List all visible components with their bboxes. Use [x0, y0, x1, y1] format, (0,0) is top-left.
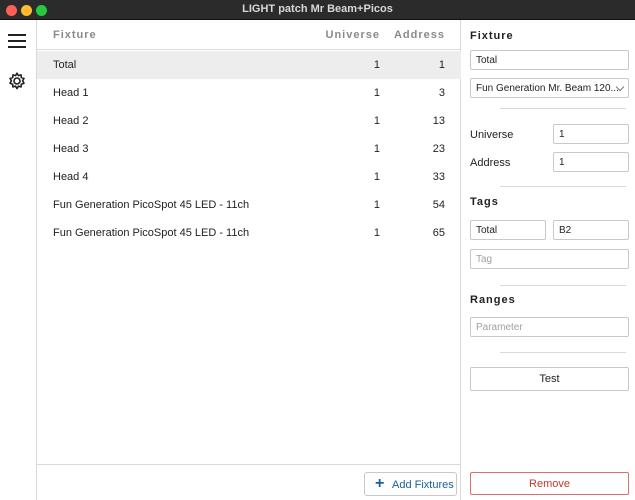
- tag-input[interactable]: Tag: [470, 249, 629, 269]
- fixture-name: Head 1: [53, 87, 89, 99]
- universe-label: Universe: [470, 129, 514, 141]
- test-button[interactable]: Test: [470, 367, 629, 391]
- tag-chip[interactable]: B2: [553, 220, 629, 240]
- fixture-universe: 1: [373, 199, 380, 211]
- column-header-universe[interactable]: Universe: [326, 29, 380, 41]
- table-row[interactable]: Head 2 1 13: [37, 107, 461, 135]
- fixture-name: Fun Generation PicoSpot 45 LED - 11ch: [53, 227, 250, 239]
- fixture-universe: 1: [373, 87, 380, 99]
- fixture-type-select[interactable]: Fun Generation Mr. Beam 120...: [470, 78, 629, 98]
- address-label: Address: [470, 157, 511, 169]
- fixture-address: 65: [432, 227, 445, 239]
- title-bar: LIGHT patch Mr Beam+Picos: [0, 0, 635, 20]
- fixture-type-value: Fun Generation Mr. Beam 120...: [476, 83, 619, 94]
- table-row[interactable]: Fun Generation PicoSpot 45 LED - 11ch 1 …: [37, 191, 461, 219]
- fixture-name: Fun Generation PicoSpot 45 LED - 11ch: [53, 199, 250, 211]
- fixture-table-panel: Fixture Universe Address Total 1 1 Head …: [37, 20, 461, 500]
- table-row[interactable]: Head 1 1 3: [37, 79, 461, 107]
- fixture-address: 3: [438, 87, 445, 99]
- tags-heading: Tags: [470, 196, 499, 208]
- column-header-address[interactable]: Address: [394, 29, 445, 41]
- fixture-inspector: Fixture Total Fun Generation Mr. Beam 12…: [462, 20, 635, 500]
- ranges-heading: Ranges: [470, 294, 516, 306]
- add-fixtures-label: Add Fixtures: [392, 479, 454, 491]
- fixture-name: Head 4: [53, 171, 89, 183]
- remove-button[interactable]: Remove: [470, 472, 629, 495]
- table-row[interactable]: Total 1 1: [37, 51, 461, 79]
- fixture-address: 23: [432, 143, 445, 155]
- divider: [500, 352, 626, 353]
- gear-icon[interactable]: [7, 71, 27, 91]
- table-row[interactable]: Head 4 1 33: [37, 163, 461, 191]
- fixture-address: 33: [432, 171, 445, 183]
- fixture-universe: 1: [373, 171, 380, 183]
- left-rail: [0, 20, 37, 500]
- table-header: Fixture Universe Address: [37, 20, 461, 50]
- parameter-input[interactable]: Parameter: [470, 317, 629, 337]
- table-row[interactable]: Head 3 1 23: [37, 135, 461, 163]
- table-row[interactable]: Fun Generation PicoSpot 45 LED - 11ch 1 …: [37, 219, 461, 247]
- fixture-universe: 1: [373, 227, 380, 239]
- fixture-address: 1: [438, 59, 445, 71]
- table-footer: + Add Fixtures: [37, 464, 461, 500]
- fixture-heading: Fixture: [470, 30, 514, 42]
- tag-chip[interactable]: Total: [470, 220, 546, 240]
- column-header-fixture[interactable]: Fixture: [53, 29, 97, 41]
- fixture-universe: 1: [373, 143, 380, 155]
- divider: [500, 285, 626, 286]
- fixture-address: 54: [432, 199, 445, 211]
- fixture-name: Total: [53, 59, 77, 71]
- window-title: LIGHT patch Mr Beam+Picos: [242, 3, 393, 15]
- fixture-name: Head 2: [53, 115, 89, 127]
- fixture-name-field[interactable]: Total: [470, 50, 629, 70]
- fixture-universe: 1: [373, 115, 380, 127]
- add-fixtures-button[interactable]: + Add Fixtures: [364, 472, 457, 496]
- fixture-name: Head 3: [53, 143, 89, 155]
- plus-icon: +: [375, 475, 385, 492]
- divider: [500, 108, 626, 109]
- fixture-address: 13: [432, 115, 445, 127]
- fixture-universe: 1: [373, 59, 380, 71]
- address-field[interactable]: 1: [553, 152, 629, 172]
- hamburger-menu-icon[interactable]: [8, 34, 26, 50]
- universe-field[interactable]: 1: [553, 124, 629, 144]
- divider: [500, 186, 626, 187]
